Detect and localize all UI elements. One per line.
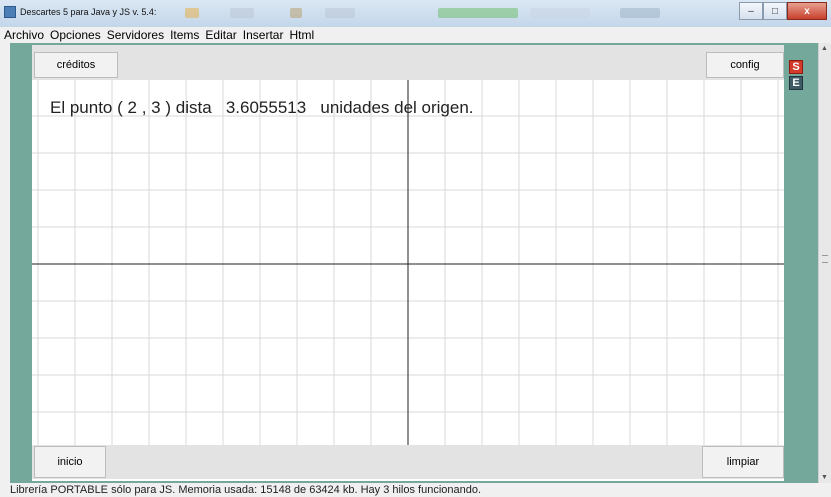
close-button[interactable]: x <box>787 2 827 20</box>
distance-text: El punto ( 2 , 3 ) dista 3.6055513 unida… <box>50 98 474 118</box>
creditos-button[interactable]: créditos <box>34 52 118 78</box>
inicio-button[interactable]: inicio <box>34 446 106 478</box>
vertical-scrollbar[interactable]: ▲ ▼ <box>818 43 831 483</box>
minimize-button[interactable]: – <box>739 2 763 20</box>
decor-blob <box>620 8 660 18</box>
status-bar: Librería PORTABLE sólo para JS. Memoria … <box>0 483 831 497</box>
maximize-icon: □ <box>771 5 779 17</box>
s-button-label: S <box>792 61 800 73</box>
menu-html[interactable]: Html <box>289 27 314 43</box>
scroll-down-icon[interactable]: ▼ <box>821 474 828 481</box>
menu-opciones[interactable]: Opciones <box>50 27 101 43</box>
decor-blob <box>290 8 302 18</box>
menu-editar[interactable]: Editar <box>205 27 236 43</box>
window-title: Descartes 5 para Java y JS v. 5.4: <box>20 7 157 17</box>
inicio-label: inicio <box>57 456 83 468</box>
scene-top-bar: créditos config <box>32 45 784 80</box>
point-x-value: 2 <box>127 98 137 117</box>
point-y-value: 3 <box>151 98 161 117</box>
text-suffix: unidades del origen. <box>320 98 474 117</box>
limpiar-button[interactable]: limpiar <box>702 446 784 478</box>
text-middle: ) dista <box>165 98 212 117</box>
title-bar: Descartes 5 para Java y JS v. 5.4: – □ x <box>0 0 831 27</box>
cartesian-plane[interactable] <box>32 80 784 445</box>
close-icon: x <box>804 5 810 17</box>
scene-bottom-bar: inicio limpiar <box>32 445 784 479</box>
limpiar-label: limpiar <box>726 456 760 468</box>
menu-insertar[interactable]: Insertar <box>243 27 284 43</box>
menu-archivo[interactable]: Archivo <box>4 27 44 43</box>
decor-blob <box>230 8 254 18</box>
app-icon <box>4 6 16 18</box>
decor-blob <box>438 8 518 18</box>
decor-blob <box>325 8 355 18</box>
scroll-up-icon[interactable]: ▲ <box>821 45 828 52</box>
maximize-button[interactable]: □ <box>763 2 787 20</box>
menu-bar: Archivo Opciones Servidores Items Editar… <box>0 27 831 43</box>
window-controls: – □ x <box>739 2 827 20</box>
distance-value: 3.6055513 <box>225 98 307 117</box>
scroll-grip[interactable] <box>822 255 828 263</box>
s-button[interactable]: S <box>789 60 803 74</box>
creditos-label: créditos <box>56 59 96 71</box>
descartes-scene: créditos config El punto ( 2 , 3 ) dista… <box>32 45 784 481</box>
e-button[interactable]: E <box>789 76 803 90</box>
text-prefix: El punto ( <box>50 98 123 117</box>
menu-servidores[interactable]: Servidores <box>107 27 164 43</box>
decor-blob <box>185 8 199 18</box>
e-button-label: E <box>792 77 800 89</box>
config-label: config <box>730 59 760 71</box>
config-button[interactable]: config <box>706 52 784 78</box>
minimize-icon: – <box>748 5 754 17</box>
decor-blob <box>530 8 590 18</box>
menu-items[interactable]: Items <box>170 27 199 43</box>
